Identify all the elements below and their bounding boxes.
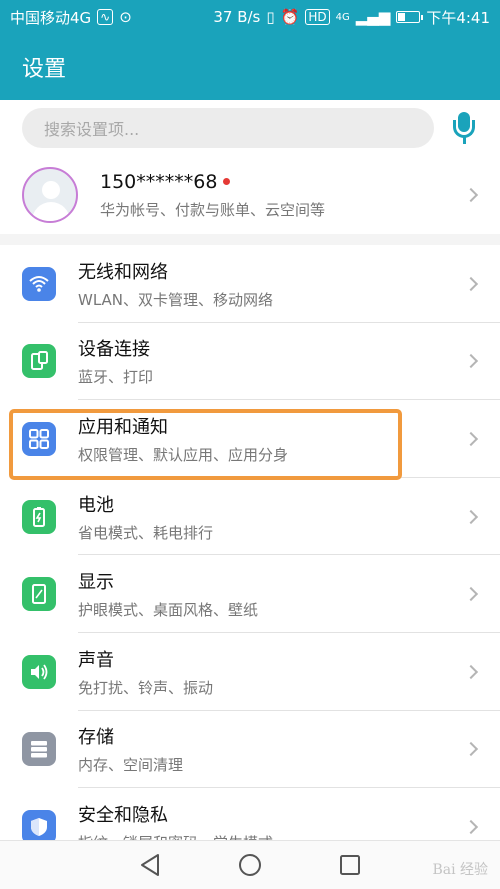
vibrate-icon: ▯ <box>266 8 275 26</box>
display-icon <box>22 577 56 612</box>
network-speed: 37 B/s <box>213 8 261 26</box>
hd-badge: HD <box>305 9 330 25</box>
item-subtitle: 免打扰、铃声、振动 <box>78 678 214 697</box>
watermark: Bai 经验 <box>432 862 488 878</box>
item-title: 存储 <box>78 727 114 749</box>
setting-battery[interactable]: 电池 省电模式、耗电排行 <box>0 478 500 556</box>
status-bar: 中国移动4G ∿ ⊙ 37 B/s ▯ ⏰ HD 4G ▂▄▆ 下午4:41 <box>0 0 500 34</box>
device-connection-icon <box>22 344 56 379</box>
item-subtitle: 内存、空间清理 <box>78 756 184 775</box>
alarm-icon: ⏰ <box>280 8 300 26</box>
item-title: 安全和隐私 <box>78 804 168 826</box>
notification-icon: ⊙ <box>119 8 132 26</box>
setting-wireless-networks[interactable]: 无线和网络 WLAN、双卡管理、移动网络 <box>0 245 500 323</box>
search-row: 搜索设置项... <box>0 100 500 156</box>
storage-icon <box>22 732 56 767</box>
item-title: 电池 <box>78 494 114 516</box>
item-title: 无线和网络 <box>78 261 168 283</box>
apps-grid-icon <box>22 421 56 456</box>
item-title: 设备连接 <box>78 339 150 361</box>
item-title: 应用和通知 <box>78 416 168 438</box>
sound-icon <box>22 654 56 689</box>
item-title: 显示 <box>78 572 114 594</box>
battery-icon <box>396 11 424 23</box>
microphone-icon[interactable] <box>450 110 478 146</box>
search-placeholder: 搜索设置项... <box>44 120 140 139</box>
title-bar: 设置 <box>0 34 500 100</box>
activity-icon: ∿ <box>97 9 114 25</box>
signal-label: 4G <box>335 11 350 23</box>
search-input[interactable]: 搜索设置项... <box>22 108 434 148</box>
chevron-right-icon <box>463 819 479 835</box>
item-subtitle: 省电模式、耗电排行 <box>78 523 214 542</box>
chevron-right-icon <box>463 509 479 524</box>
item-subtitle: 权限管理、默认应用、应用分身 <box>78 445 289 464</box>
setting-apps-notifications[interactable]: 应用和通知 权限管理、默认应用、应用分身 <box>0 400 500 478</box>
setting-sound[interactable]: 声音 免打扰、铃声、振动 <box>0 633 500 711</box>
notification-dot <box>223 178 231 185</box>
recent-apps-button[interactable] <box>337 852 363 878</box>
chevron-right-icon <box>463 742 479 757</box>
chevron-right-icon <box>463 431 479 447</box>
account-subtitle: 华为帐号、付款与账单、云空间等 <box>100 200 326 219</box>
settings-list: 无线和网络 WLAN、双卡管理、移动网络 设备连接 蓝牙、打印 应用和通知 权限… <box>0 245 500 866</box>
back-button[interactable] <box>137 852 163 878</box>
carrier-label: 中国移动4G <box>10 8 92 27</box>
account-row[interactable]: 150******68 华为帐号、付款与账单、云空间等 <box>0 156 500 234</box>
clock: 下午4:41 <box>426 8 490 27</box>
home-button[interactable] <box>237 852 263 878</box>
item-subtitle: WLAN、双卡管理、移动网络 <box>78 290 274 309</box>
setting-display[interactable]: 显示 护眼模式、桌面风格、壁纸 <box>0 555 500 633</box>
chevron-right-icon <box>463 276 479 291</box>
wifi-icon <box>22 266 56 301</box>
chevron-right-icon <box>463 354 479 369</box>
chevron-right-icon <box>463 187 479 203</box>
shield-icon <box>22 809 56 844</box>
navigation-bar <box>0 840 500 889</box>
page-title: 设置 <box>22 57 67 82</box>
item-subtitle: 蓝牙、打印 <box>78 368 154 387</box>
signal-icon: ▂▄▆ <box>355 8 391 26</box>
item-subtitle: 护眼模式、桌面风格、壁纸 <box>78 601 259 620</box>
chevron-right-icon <box>463 664 479 679</box>
setting-storage[interactable]: 存储 内存、空间清理 <box>0 711 500 789</box>
avatar <box>22 167 78 223</box>
battery-icon <box>22 499 56 534</box>
setting-device-connection[interactable]: 设备连接 蓝牙、打印 <box>0 323 500 401</box>
chevron-right-icon <box>463 587 479 602</box>
account-name: 150******68 <box>100 170 218 193</box>
item-title: 声音 <box>78 649 114 671</box>
